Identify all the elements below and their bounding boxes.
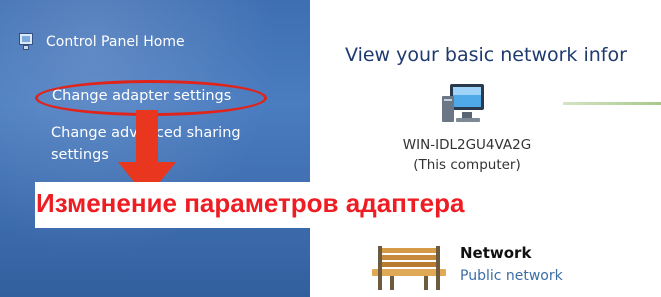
control-panel-home-label: Control Panel Home	[46, 34, 185, 50]
network-name[interactable]: Network	[460, 244, 531, 262]
control-panel-home-link[interactable]: Control Panel Home	[18, 33, 185, 51]
computer-icon	[442, 84, 484, 122]
annotation-text: Изменение параметров адаптера	[36, 188, 465, 218]
bench-icon	[372, 246, 446, 290]
control-panel-icon	[18, 33, 34, 51]
page-title: View your basic network infor	[345, 44, 627, 66]
computer-subtitle: (This computer)	[413, 157, 521, 173]
network-connector-line	[563, 102, 661, 105]
network-type-link[interactable]: Public network	[460, 268, 563, 284]
computer-name: WIN-IDL2GU4VA2G	[402, 137, 532, 153]
